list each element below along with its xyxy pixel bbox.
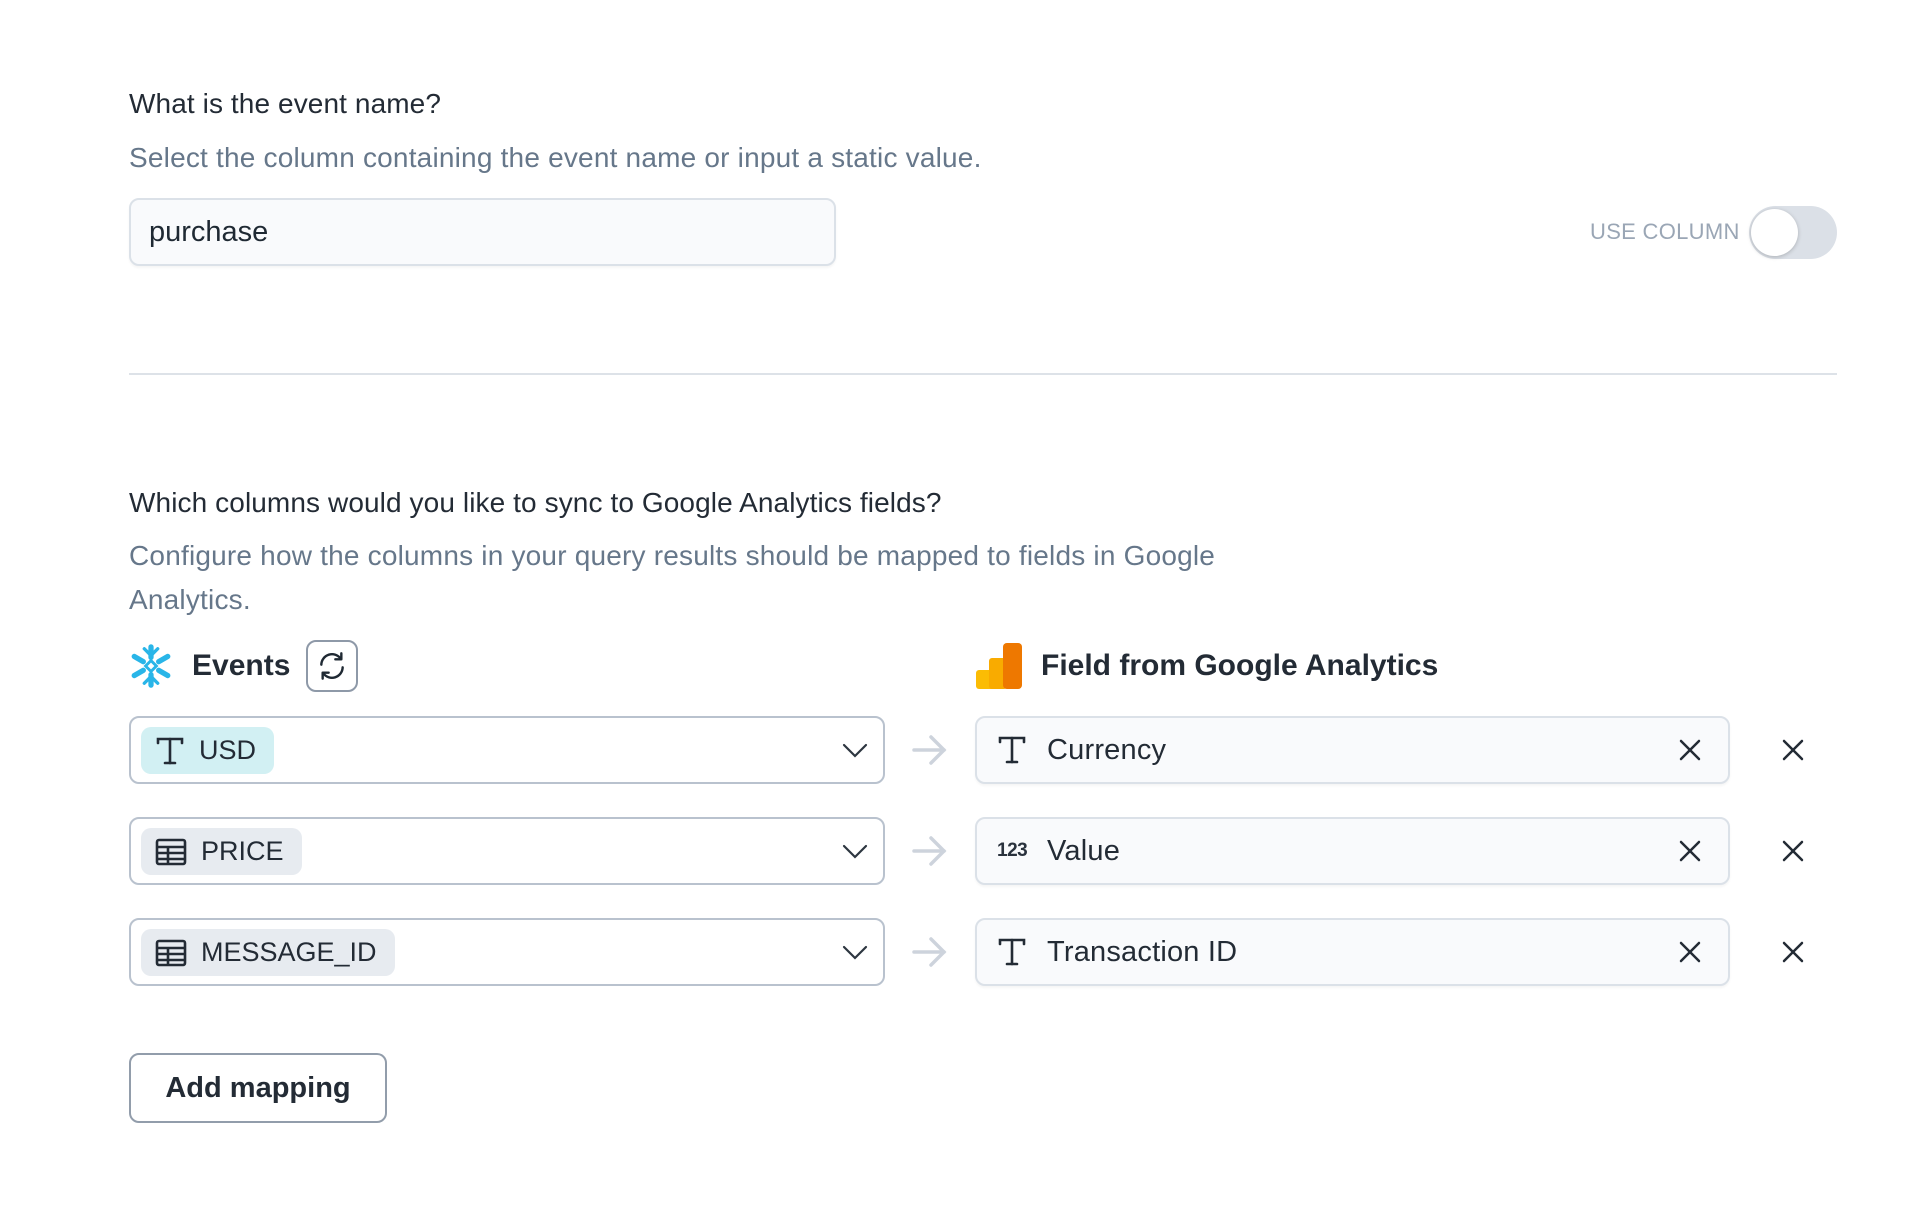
destination-field[interactable]: 123 Value bbox=[975, 817, 1730, 885]
chevron-down-icon bbox=[842, 945, 868, 960]
source-column-chip: USD bbox=[141, 727, 275, 774]
source-column-chip: MESSAGE_ID bbox=[141, 929, 395, 976]
remove-row-icon[interactable] bbox=[1781, 839, 1805, 863]
source-column-chip: PRICE bbox=[141, 828, 302, 875]
arrow-right-icon bbox=[912, 735, 947, 765]
mapping-row: USD Currency bbox=[0, 716, 1923, 784]
table-column-icon bbox=[155, 838, 187, 865]
clear-field-icon[interactable] bbox=[1678, 839, 1702, 863]
text-icon bbox=[998, 938, 1026, 966]
event-name-input[interactable] bbox=[129, 198, 836, 266]
refresh-button[interactable] bbox=[306, 640, 359, 692]
text-icon bbox=[156, 737, 184, 764]
event-name-description: Select the column containing the event n… bbox=[129, 142, 982, 173]
destination-column-header: Field from Google Analytics bbox=[976, 640, 1438, 692]
chevron-down-icon bbox=[842, 743, 868, 758]
clear-field-icon[interactable] bbox=[1678, 940, 1702, 964]
use-column-label: USE COLUMN bbox=[1590, 219, 1740, 244]
arrow-right-icon bbox=[912, 937, 947, 967]
destination-field[interactable]: Transaction ID bbox=[975, 918, 1730, 986]
mapping-description: Configure how the columns in your query … bbox=[129, 540, 1216, 615]
chevron-down-icon bbox=[842, 844, 868, 859]
source-column-select[interactable]: USD bbox=[129, 716, 885, 784]
destination-field-label: Transaction ID bbox=[1047, 936, 1238, 968]
source-column-value: MESSAGE_ID bbox=[201, 937, 377, 967]
source-column-value: USD bbox=[199, 735, 257, 765]
source-column-value: PRICE bbox=[201, 836, 284, 866]
snowflake-icon bbox=[131, 644, 171, 688]
use-column-toggle[interactable] bbox=[1749, 206, 1837, 259]
number-icon: 123 bbox=[997, 840, 1028, 861]
refresh-icon bbox=[320, 652, 345, 680]
mapping-title: Which columns would you like to sync to … bbox=[129, 487, 942, 518]
source-header-label: Events bbox=[192, 649, 291, 682]
destination-field-label: Value bbox=[1047, 835, 1121, 867]
destination-field[interactable]: Currency bbox=[975, 716, 1730, 784]
remove-row-icon[interactable] bbox=[1781, 940, 1805, 964]
remove-row-icon[interactable] bbox=[1781, 738, 1805, 762]
arrow-right-icon bbox=[912, 836, 947, 866]
source-column-select[interactable]: PRICE bbox=[129, 817, 885, 885]
destination-header-label: Field from Google Analytics bbox=[1041, 649, 1439, 682]
mapping-row: PRICE 123 Value bbox=[0, 817, 1923, 885]
text-icon bbox=[998, 736, 1026, 764]
mapping-row: MESSAGE_ID Transaction ID bbox=[0, 918, 1923, 986]
section-divider bbox=[129, 373, 1837, 375]
add-mapping-button[interactable]: Add mapping bbox=[129, 1053, 387, 1123]
google-analytics-icon bbox=[976, 643, 1022, 689]
table-column-icon bbox=[155, 939, 187, 966]
source-column-select[interactable]: MESSAGE_ID bbox=[129, 918, 885, 986]
source-column-header: Events bbox=[128, 640, 359, 692]
event-name-title: What is the event name? bbox=[129, 88, 442, 119]
destination-field-label: Currency bbox=[1047, 734, 1167, 766]
toggle-knob bbox=[1751, 209, 1798, 256]
clear-field-icon[interactable] bbox=[1678, 738, 1702, 762]
